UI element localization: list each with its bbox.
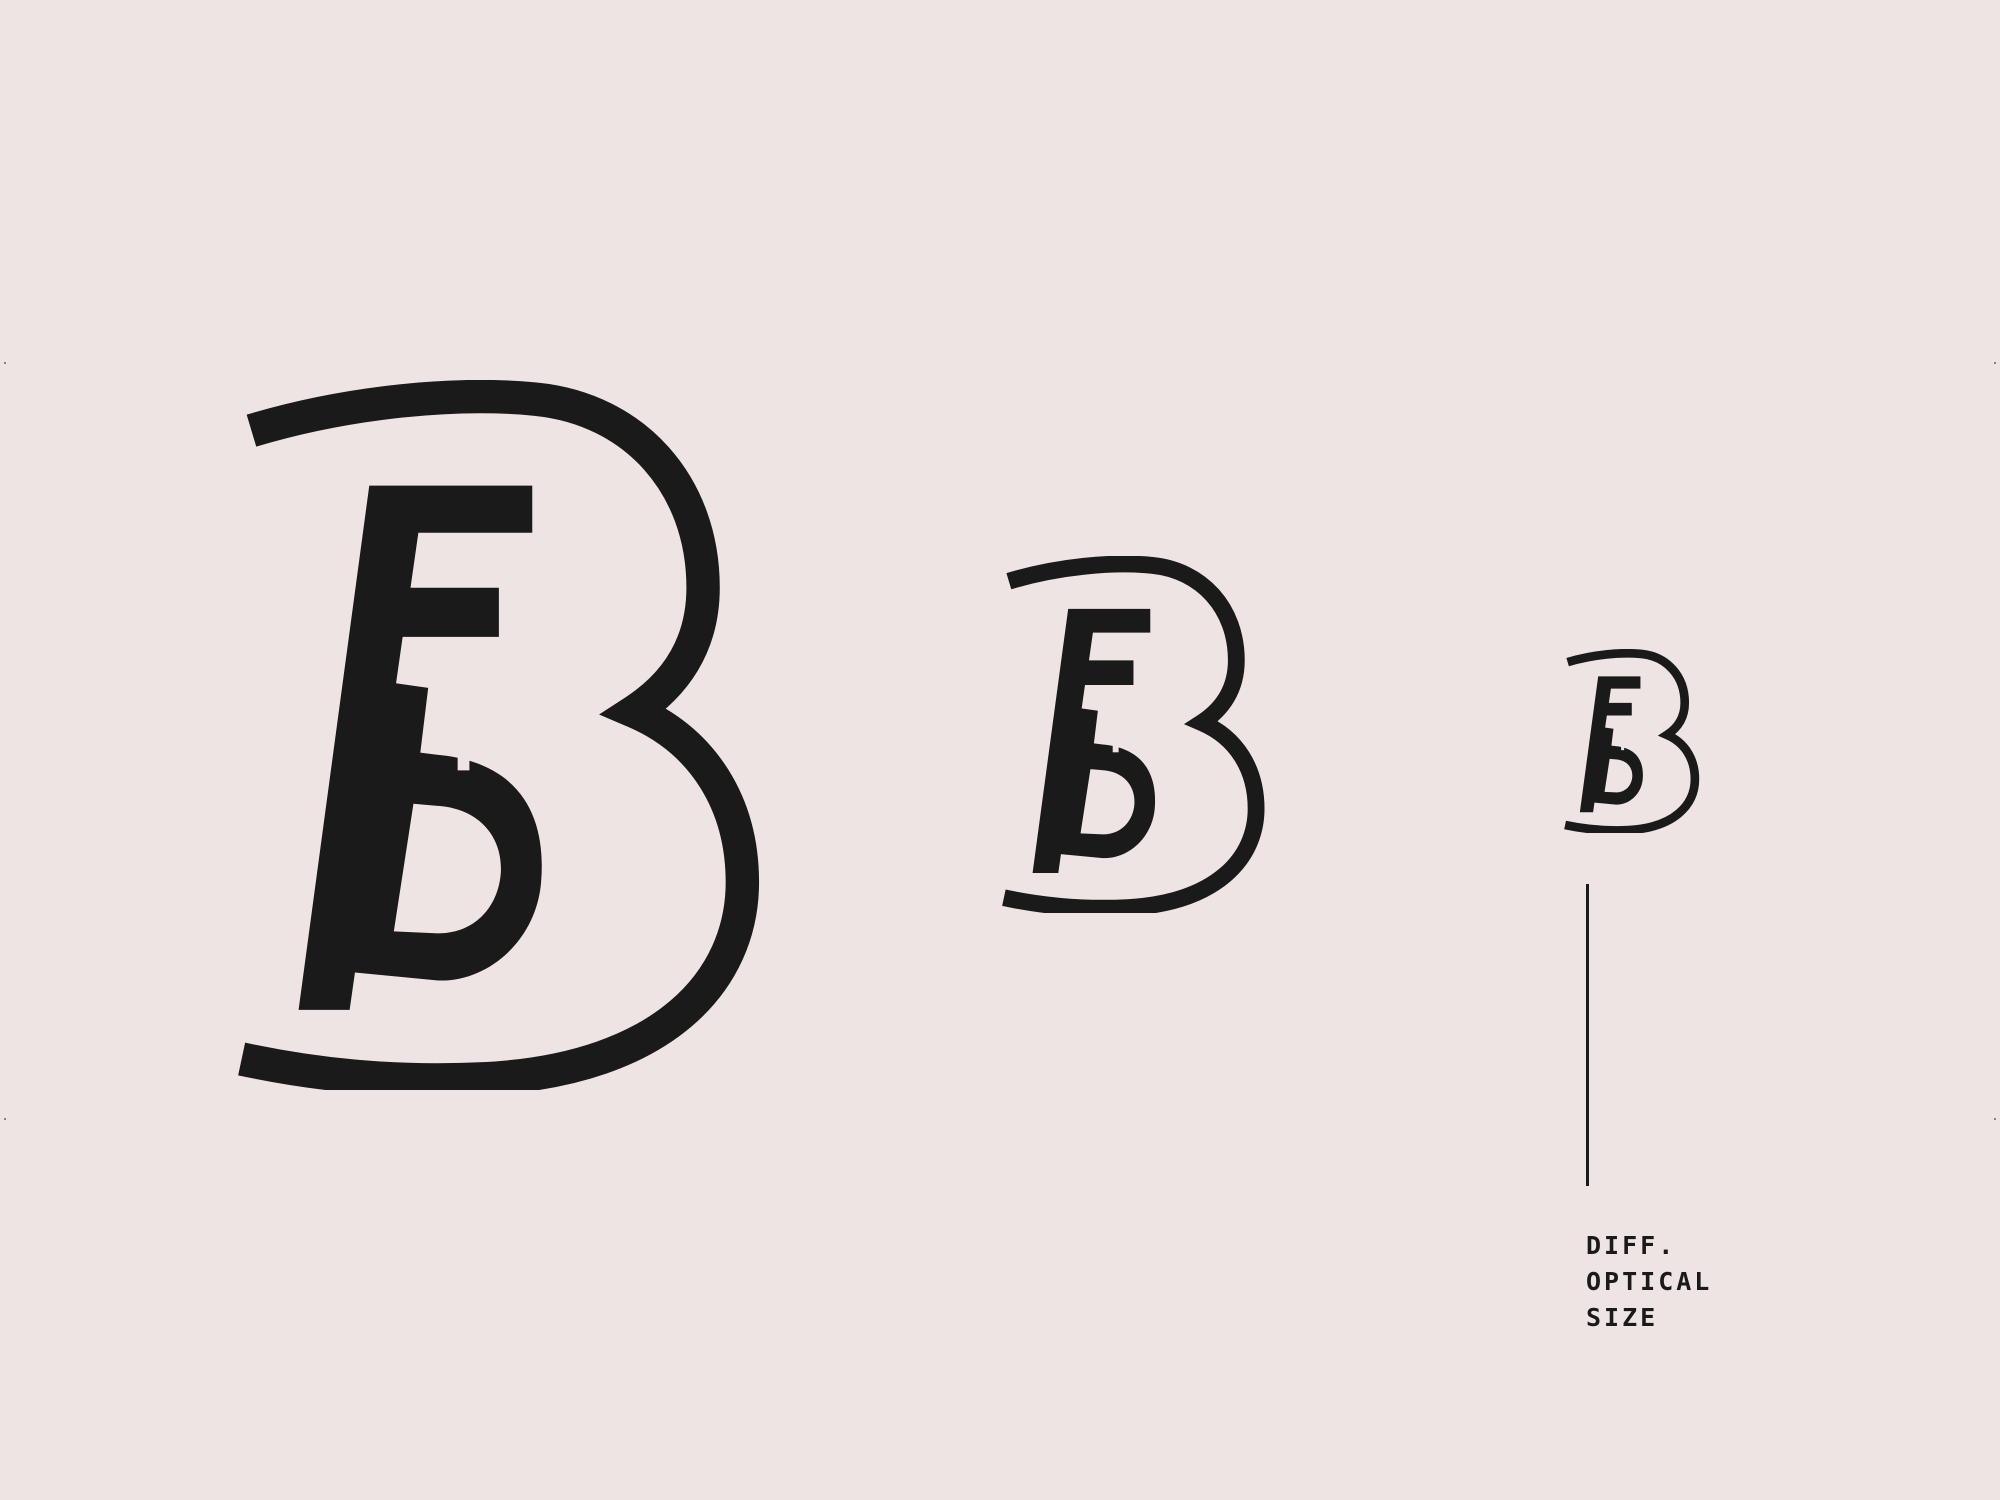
monogram-large xyxy=(222,380,762,1090)
optical-size-caption: DIFF. OPTICAL SIZE xyxy=(1586,1228,1712,1336)
caption-line-3: SIZE xyxy=(1586,1303,1659,1332)
monogram-medium xyxy=(994,556,1266,913)
caption-line-1: DIFF. xyxy=(1586,1231,1677,1260)
registration-mark xyxy=(1994,1118,1996,1120)
monogram-small xyxy=(1560,649,1700,833)
artboard: DIFF. OPTICAL SIZE xyxy=(0,0,2000,1500)
registration-mark xyxy=(1994,362,1996,364)
registration-mark xyxy=(4,1118,6,1120)
caption-line-2: OPTICAL xyxy=(1586,1267,1713,1296)
registration-mark xyxy=(4,362,6,364)
vertical-divider-line xyxy=(1586,884,1589,1186)
